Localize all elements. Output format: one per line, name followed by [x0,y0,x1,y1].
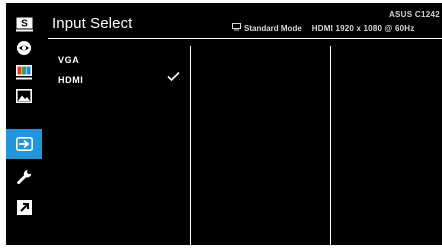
page-title: Input Select [52,15,133,32]
sidebar-item-color[interactable] [12,60,36,84]
input-select-icon [15,137,33,151]
check-icon [167,71,180,84]
sidebar: S [6,3,42,245]
eye-care-icon [17,41,31,55]
status-info: ASUS C1242 Standard Mode HDMI 1920 x 108… [232,10,442,40]
color-icon [16,64,32,79]
list-item-label: VGA [58,55,80,65]
column-divider-2 [330,46,331,245]
monitor-icon [232,23,241,33]
sidebar-item-shortcut[interactable] [12,195,36,219]
main-panel: Input Select ASUS C1242 Standard Mode HD… [42,3,442,245]
sidebar-item-eye-care[interactable] [12,36,36,60]
sidebar-item-image[interactable] [12,84,36,108]
header-divider [48,38,442,39]
wrench-icon [17,170,32,185]
status-row: Standard Mode HDMI 1920 x 1080 @ 60Hz [232,23,414,33]
list-item-label: HDMI [58,75,84,85]
column-divider-1 [190,46,191,245]
list-item-vga[interactable]: VGA [42,49,190,69]
svg-text:S: S [21,18,28,29]
image-icon [16,89,32,103]
splendid-icon: S [15,17,33,31]
input-resolution: HDMI 1920 x 1080 @ 60Hz [311,23,415,33]
monitor-model: ASUS C1242 [388,10,440,19]
sidebar-item-input-select[interactable] [6,129,42,159]
sidebar-item-splendid[interactable]: S [12,12,36,36]
osd-menu: S Input Select ASUS C1242 Standard Mode … [6,3,442,245]
shortcut-icon [16,199,32,215]
sidebar-item-system-setup[interactable] [12,165,36,189]
splendid-mode-label: Standard Mode [244,23,302,33]
list-item-hdmi[interactable]: HDMI [42,69,190,89]
